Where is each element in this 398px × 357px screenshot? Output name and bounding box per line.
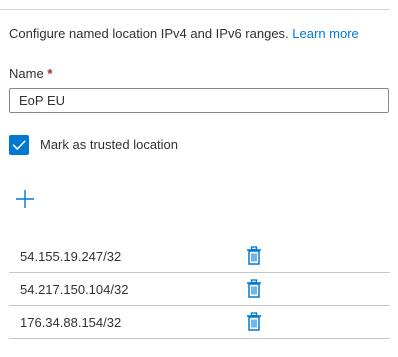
plus-icon bbox=[16, 190, 34, 208]
delete-ip-range-button[interactable] bbox=[245, 246, 263, 266]
ip-range-list: 54.155.19.247/32 54.217.150.104/32 176.3… bbox=[9, 240, 390, 339]
named-location-panel: Configure named location IPv4 and IPv6 r… bbox=[0, 0, 398, 357]
ip-range-value: 54.217.150.104/32 bbox=[20, 282, 129, 297]
ip-range-value: 176.34.88.154/32 bbox=[20, 315, 122, 330]
trash-icon bbox=[247, 246, 261, 265]
ip-range-row: 176.34.88.154/32 bbox=[9, 306, 390, 339]
checkmark-icon bbox=[12, 140, 26, 150]
trusted-location-label[interactable]: Mark as trusted location bbox=[40, 137, 178, 153]
ip-range-row: 54.217.150.104/32 bbox=[9, 273, 390, 306]
name-label: Name * bbox=[9, 66, 52, 82]
name-label-text: Name bbox=[9, 66, 44, 81]
trash-icon bbox=[247, 312, 261, 331]
learn-more-link[interactable]: Learn more bbox=[292, 26, 358, 41]
description: Configure named location IPv4 and IPv6 r… bbox=[9, 26, 359, 42]
description-text: Configure named location IPv4 and IPv6 r… bbox=[9, 26, 289, 41]
required-marker: * bbox=[47, 66, 53, 81]
ip-range-value: 54.155.19.247/32 bbox=[20, 249, 122, 264]
delete-ip-range-button[interactable] bbox=[245, 279, 263, 299]
name-input[interactable] bbox=[9, 88, 389, 113]
trash-icon bbox=[247, 279, 261, 298]
trusted-location-checkbox[interactable] bbox=[9, 135, 29, 155]
ip-range-row: 54.155.19.247/32 bbox=[9, 240, 390, 273]
top-divider bbox=[0, 9, 390, 10]
delete-ip-range-button[interactable] bbox=[245, 312, 263, 332]
add-ip-range-button[interactable] bbox=[14, 188, 36, 210]
